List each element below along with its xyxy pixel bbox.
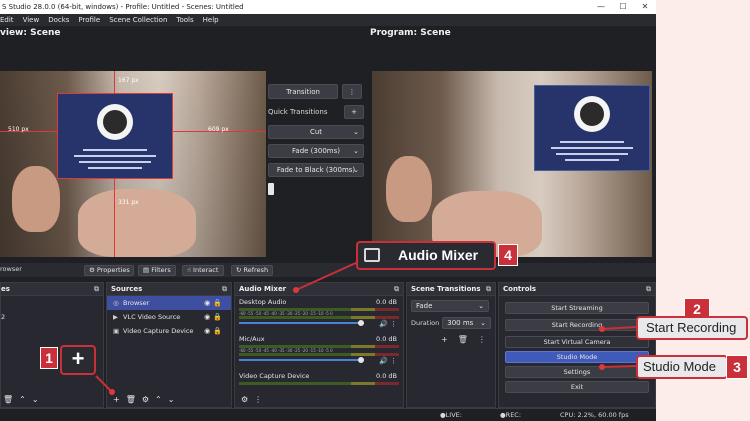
annotation-number-4: 4 bbox=[498, 244, 518, 266]
start-recording-callout: Start Recording bbox=[636, 316, 748, 340]
undock-icon bbox=[364, 248, 380, 262]
annotation-dot bbox=[599, 326, 605, 332]
annotation-dot bbox=[109, 389, 115, 395]
annotation-dot bbox=[293, 287, 299, 293]
annotation-dot bbox=[599, 364, 605, 370]
audio-mixer-callout: Audio Mixer bbox=[356, 241, 496, 270]
add-source-callout: + bbox=[60, 345, 96, 375]
annotation-number-1: 1 bbox=[40, 347, 58, 369]
studio-mode-callout: Studio Mode bbox=[636, 355, 728, 379]
annotation-number-3: 3 bbox=[726, 355, 748, 379]
